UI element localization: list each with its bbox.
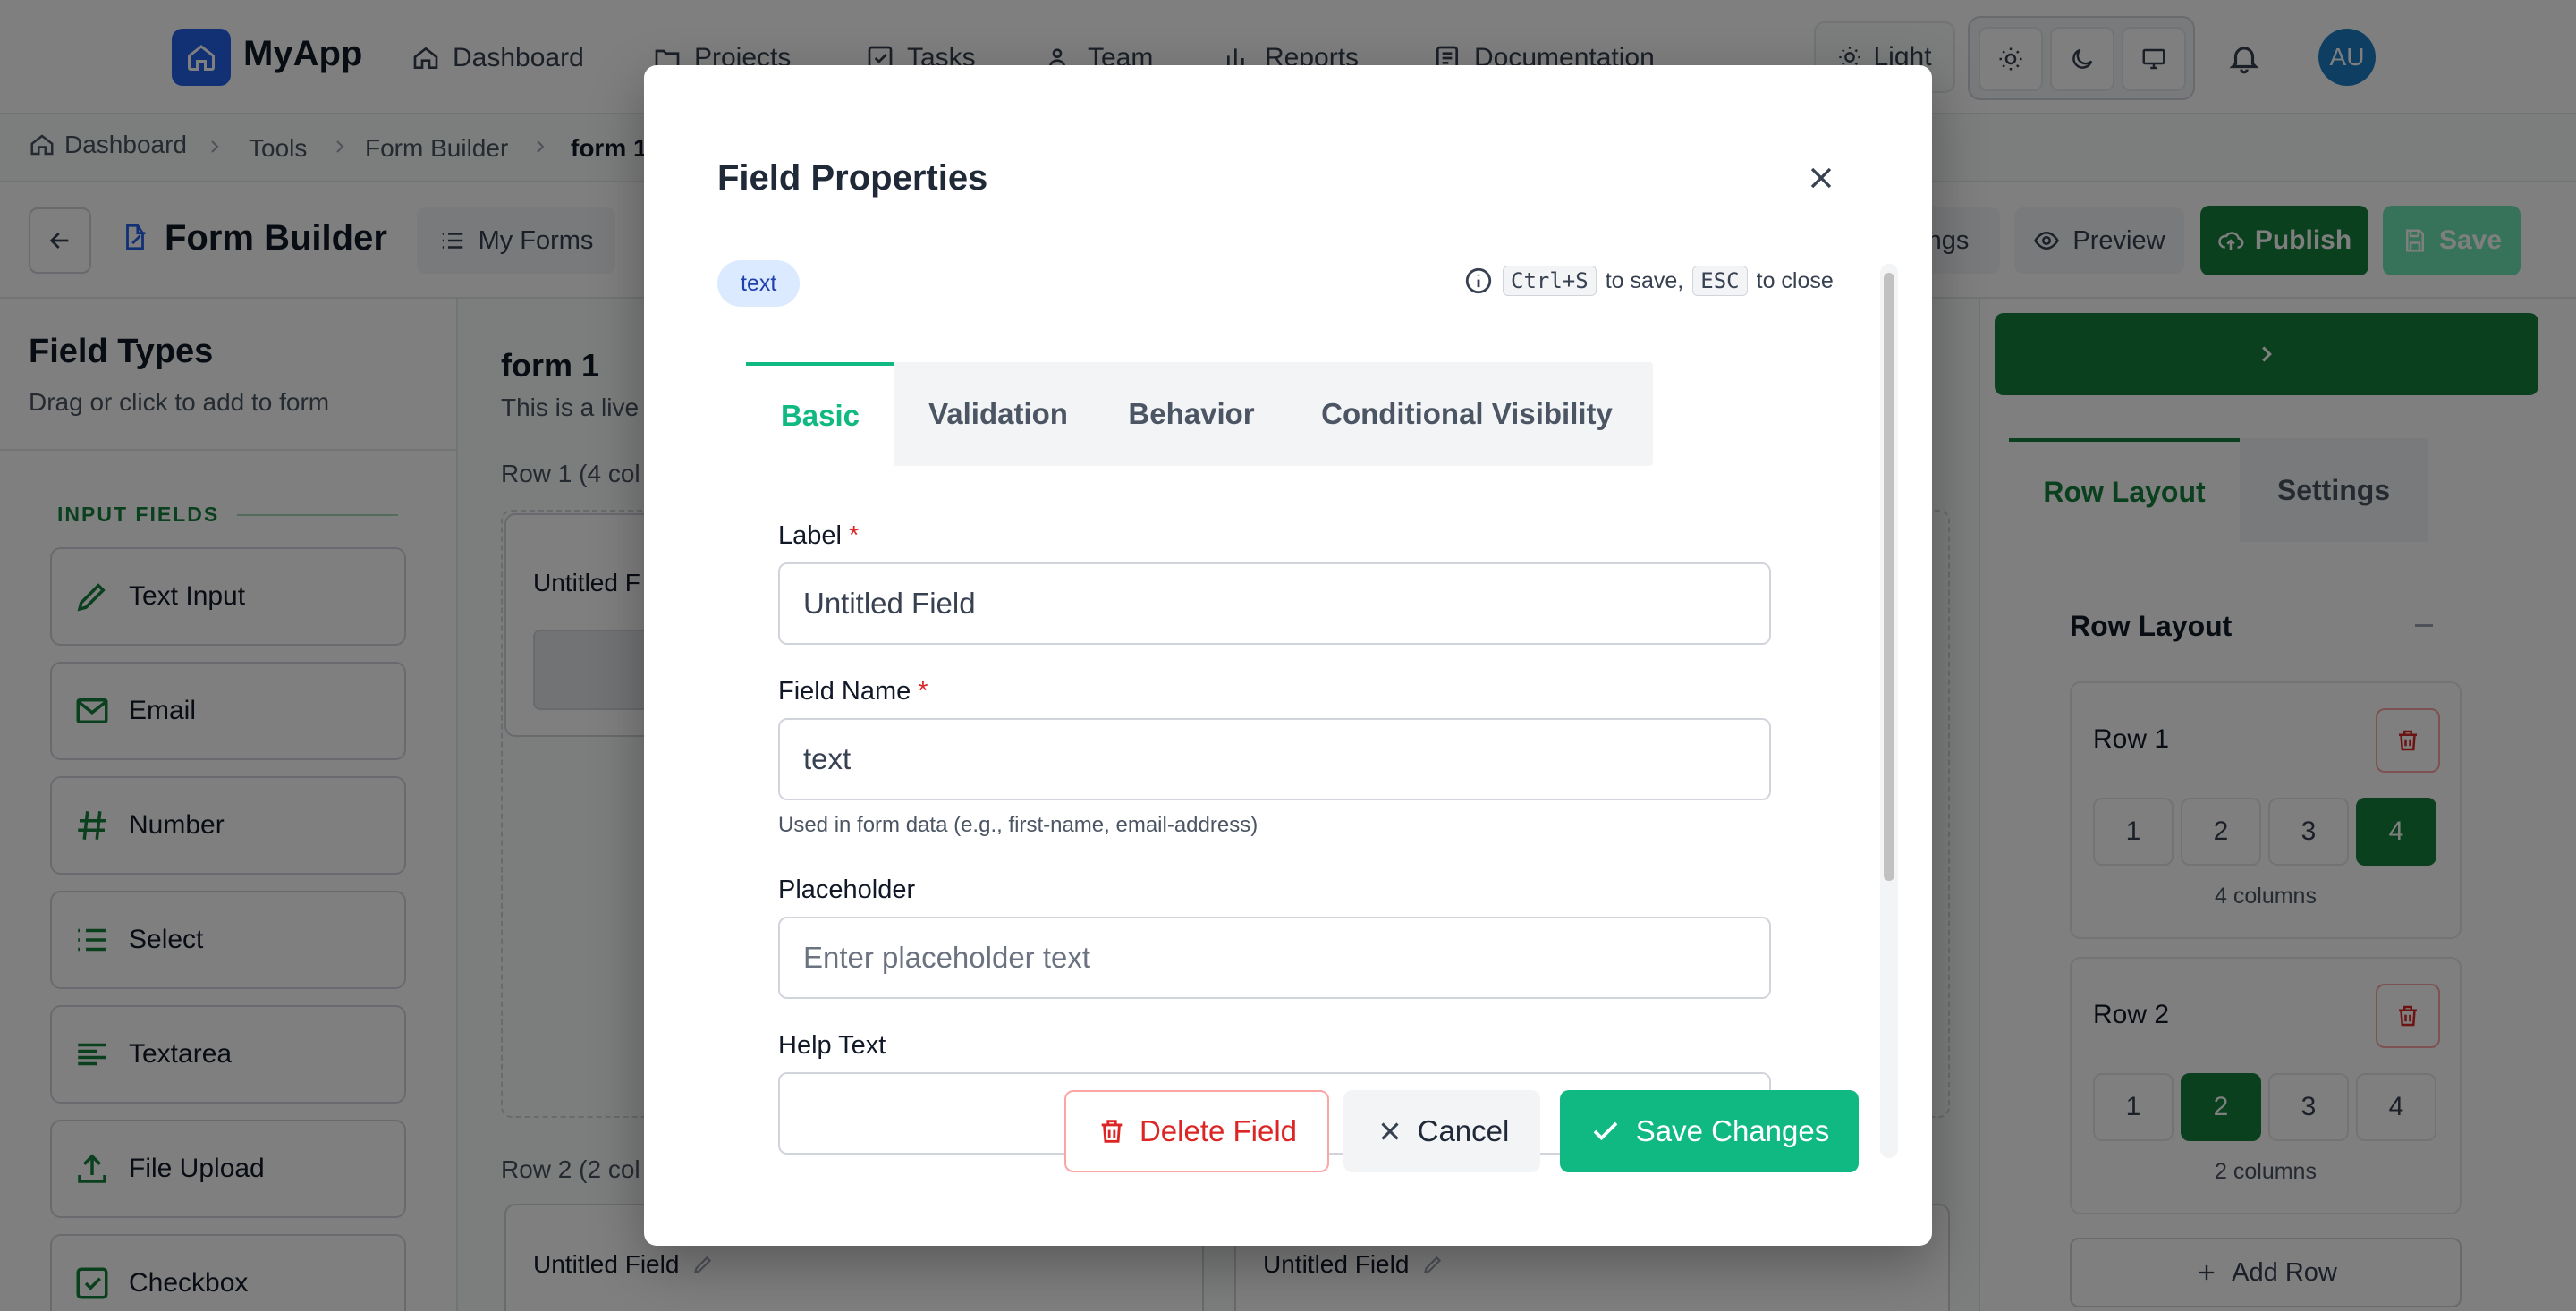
label-input[interactable]: Untitled Field <box>778 562 1771 645</box>
tab-conditional-visibility[interactable]: Conditional Visibility <box>1281 362 1653 466</box>
info-icon <box>1463 266 1494 296</box>
label-text: Label <box>778 521 842 550</box>
shortcut-text-close: to close <box>1756 267 1834 293</box>
save-changes-button[interactable]: Save Changes <box>1560 1090 1859 1172</box>
placeholder-input[interactable]: Enter placeholder text <box>778 917 1771 999</box>
tab-validation[interactable]: Validation <box>894 362 1102 466</box>
scrollbar-track[interactable] <box>1880 264 1898 1158</box>
cancel-button[interactable]: Cancel <box>1343 1090 1540 1172</box>
field-type-badge: text <box>717 260 801 307</box>
required-mark: * <box>848 521 860 550</box>
keyboard-shortcuts-hint: Ctrl+S to save, ESC to close <box>1463 266 1834 296</box>
tab-behavior[interactable]: Behavior <box>1102 362 1281 466</box>
shortcut-key-save: Ctrl+S <box>1503 266 1597 296</box>
field-name-input[interactable]: text <box>778 718 1771 800</box>
modal-title: Field Properties <box>717 158 988 198</box>
tab-basic[interactable]: Basic <box>746 362 894 466</box>
save-changes-label: Save Changes <box>1635 1114 1830 1147</box>
field-name-text: Field Name <box>778 677 911 706</box>
field-properties-modal: Field Properties text Ctrl+S to save, ES… <box>644 65 1932 1246</box>
tab-list: Basic Validation Behavior Conditional Vi… <box>746 362 1653 466</box>
shortcut-key-close: ESC <box>1692 266 1748 296</box>
delete-field-label: Delete Field <box>1139 1114 1298 1147</box>
close-icon[interactable] <box>1803 160 1839 196</box>
field-name-label: Field Name * <box>778 677 928 706</box>
cancel-label: Cancel <box>1417 1114 1510 1147</box>
modal-scroll-area: Basic Validation Behavior Conditional Vi… <box>644 330 1878 1156</box>
help-text-label: Help Text <box>778 1031 886 1060</box>
scrollbar-thumb[interactable] <box>1884 273 1894 881</box>
close-icon <box>1375 1116 1405 1146</box>
shortcut-text-save: to save, <box>1605 267 1684 293</box>
check-icon <box>1589 1115 1622 1147</box>
trash-icon <box>1097 1116 1127 1146</box>
required-mark: * <box>918 677 928 706</box>
label-field-label: Label * <box>778 521 859 551</box>
delete-field-button[interactable]: Delete Field <box>1064 1090 1329 1172</box>
field-name-help: Used in form data (e.g., first-name, ema… <box>778 813 1258 837</box>
placeholder-label: Placeholder <box>778 875 916 904</box>
